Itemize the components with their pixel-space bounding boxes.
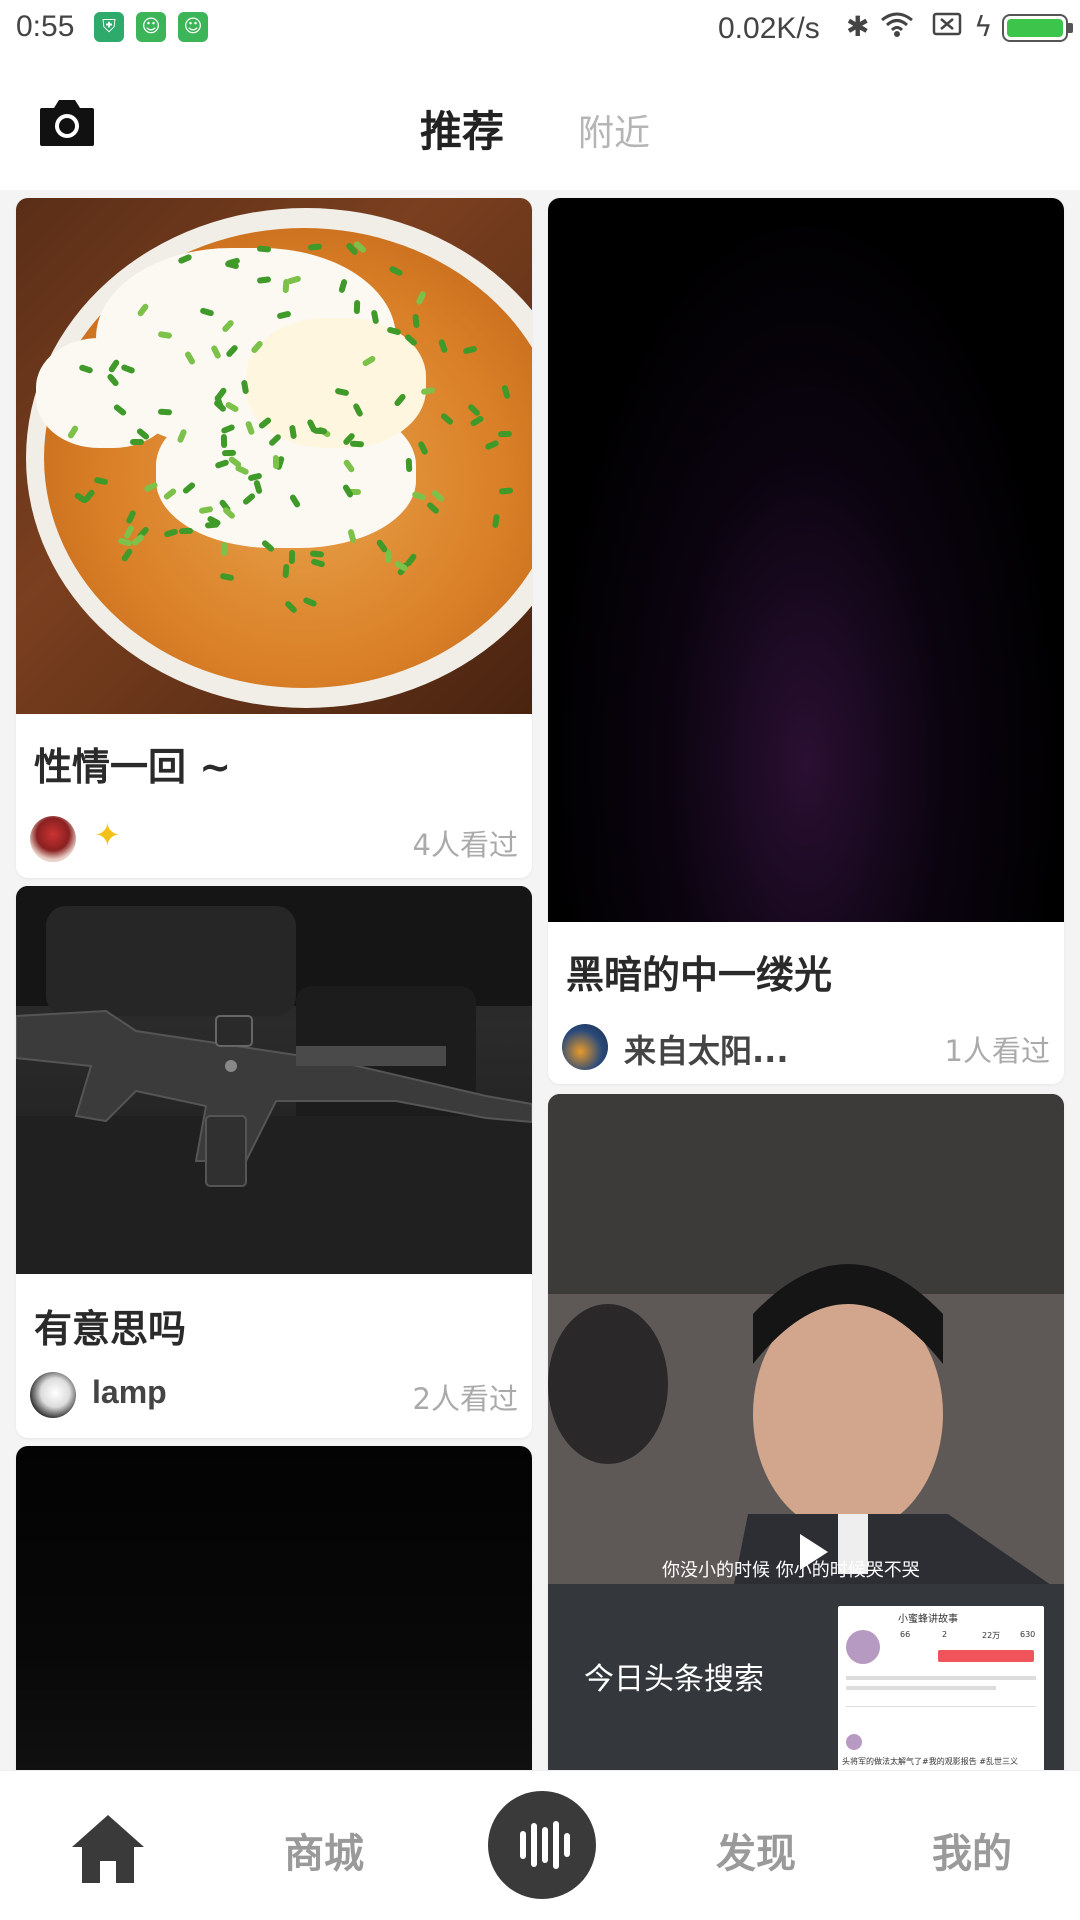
card-title: 有意思吗 [34, 1307, 187, 1351]
inset-stat: 66 [900, 1630, 911, 1639]
inset-caption: 头将军的做法太解气了#我的观影报告 #乱世三义 [842, 1757, 1018, 1766]
inset-stat: 2 [942, 1630, 948, 1639]
home-icon[interactable] [68, 1811, 148, 1887]
battery-icon [1002, 14, 1073, 42]
tab-recommend[interactable]: 推荐 [420, 98, 504, 159]
bottom-nav: 商城 发现 我的 [0, 1770, 1080, 1920]
view-count: 4人看过 [412, 828, 518, 862]
feed-card[interactable]: 性情一回 ~ ✦ 4人看过 [16, 198, 532, 878]
top-header: 推荐 附近 [0, 60, 1080, 190]
card-image [16, 198, 532, 714]
voice-record-icon[interactable] [488, 1791, 596, 1899]
card-title: 黑暗的中一缕光 [566, 953, 833, 997]
nav-item-mine[interactable]: 我的 [932, 1821, 1012, 1879]
avatar [846, 1630, 880, 1664]
tab-nearby[interactable]: 附近 [578, 104, 650, 156]
cat-app-icon: ☺ [136, 12, 166, 42]
shield-app-icon: ⛨ [94, 12, 124, 42]
view-count: 2人看过 [412, 1382, 518, 1416]
sim-none-icon [932, 10, 962, 45]
avatar[interactable] [562, 1024, 608, 1070]
card-image [16, 886, 532, 1274]
feed-card[interactable]: 黑暗的中一缕光 来自太阳... 1人看过 [548, 198, 1064, 1084]
camera-icon[interactable] [38, 96, 96, 148]
wifi-icon [880, 10, 914, 45]
cat-app-icon: ☺ [178, 12, 208, 42]
status-time: 0:55 [16, 10, 75, 43]
pikachu-icon: ✦ [94, 816, 121, 854]
card-image [16, 1446, 532, 1770]
network-speed: 0.02K/s [718, 12, 820, 45]
nav-item-mall[interactable]: 商城 [284, 1821, 364, 1879]
username[interactable]: 来自太阳... [624, 1026, 788, 1072]
inset-stat: 22万 [982, 1631, 1001, 1640]
avatar[interactable] [30, 816, 76, 862]
feed-card[interactable]: 你没小的时候 你小的时候哭不哭 今日头条搜索 小蜜蜂讲故事 66 2 22万 6… [548, 1094, 1064, 1770]
card-title: 性情一回 ~ [34, 745, 232, 789]
username[interactable]: lamp [92, 1374, 167, 1411]
content-feed[interactable]: 性情一回 ~ ✦ 4人看过 黑暗的中一缕光 来自太阳... 1人看过 有意思吗 … [0, 190, 1080, 1770]
view-count: 1人看过 [944, 1034, 1050, 1068]
avatar[interactable] [30, 1372, 76, 1418]
watermark-text: 今日头条搜索 [584, 1662, 764, 1697]
card-image [548, 198, 1064, 922]
inset-title: 小蜜蜂讲故事 [898, 1614, 958, 1625]
charging-icon: ϟ [974, 10, 993, 43]
video-subtitle: 你没小的时候 你小的时候哭不哭 [662, 1560, 920, 1581]
feed-card[interactable] [16, 1446, 532, 1770]
feed-card[interactable]: 有意思吗 lamp 2人看过 [16, 886, 532, 1438]
nav-item-discover[interactable]: 发现 [716, 1821, 796, 1879]
inset-stat: 630 [1020, 1630, 1036, 1639]
inset-screenshot: 小蜜蜂讲故事 66 2 22万 630 头将军的做法太解气了#我的观影报告 #乱… [838, 1606, 1044, 1770]
status-bar: 0:55 ⛨ ☺ ☺ 0.02K/s ✱ ϟ [0, 0, 1080, 60]
bluetooth-icon: ✱ [846, 10, 870, 43]
card-image: 你没小的时候 你小的时候哭不哭 今日头条搜索 小蜜蜂讲故事 66 2 22万 6… [548, 1094, 1064, 1770]
